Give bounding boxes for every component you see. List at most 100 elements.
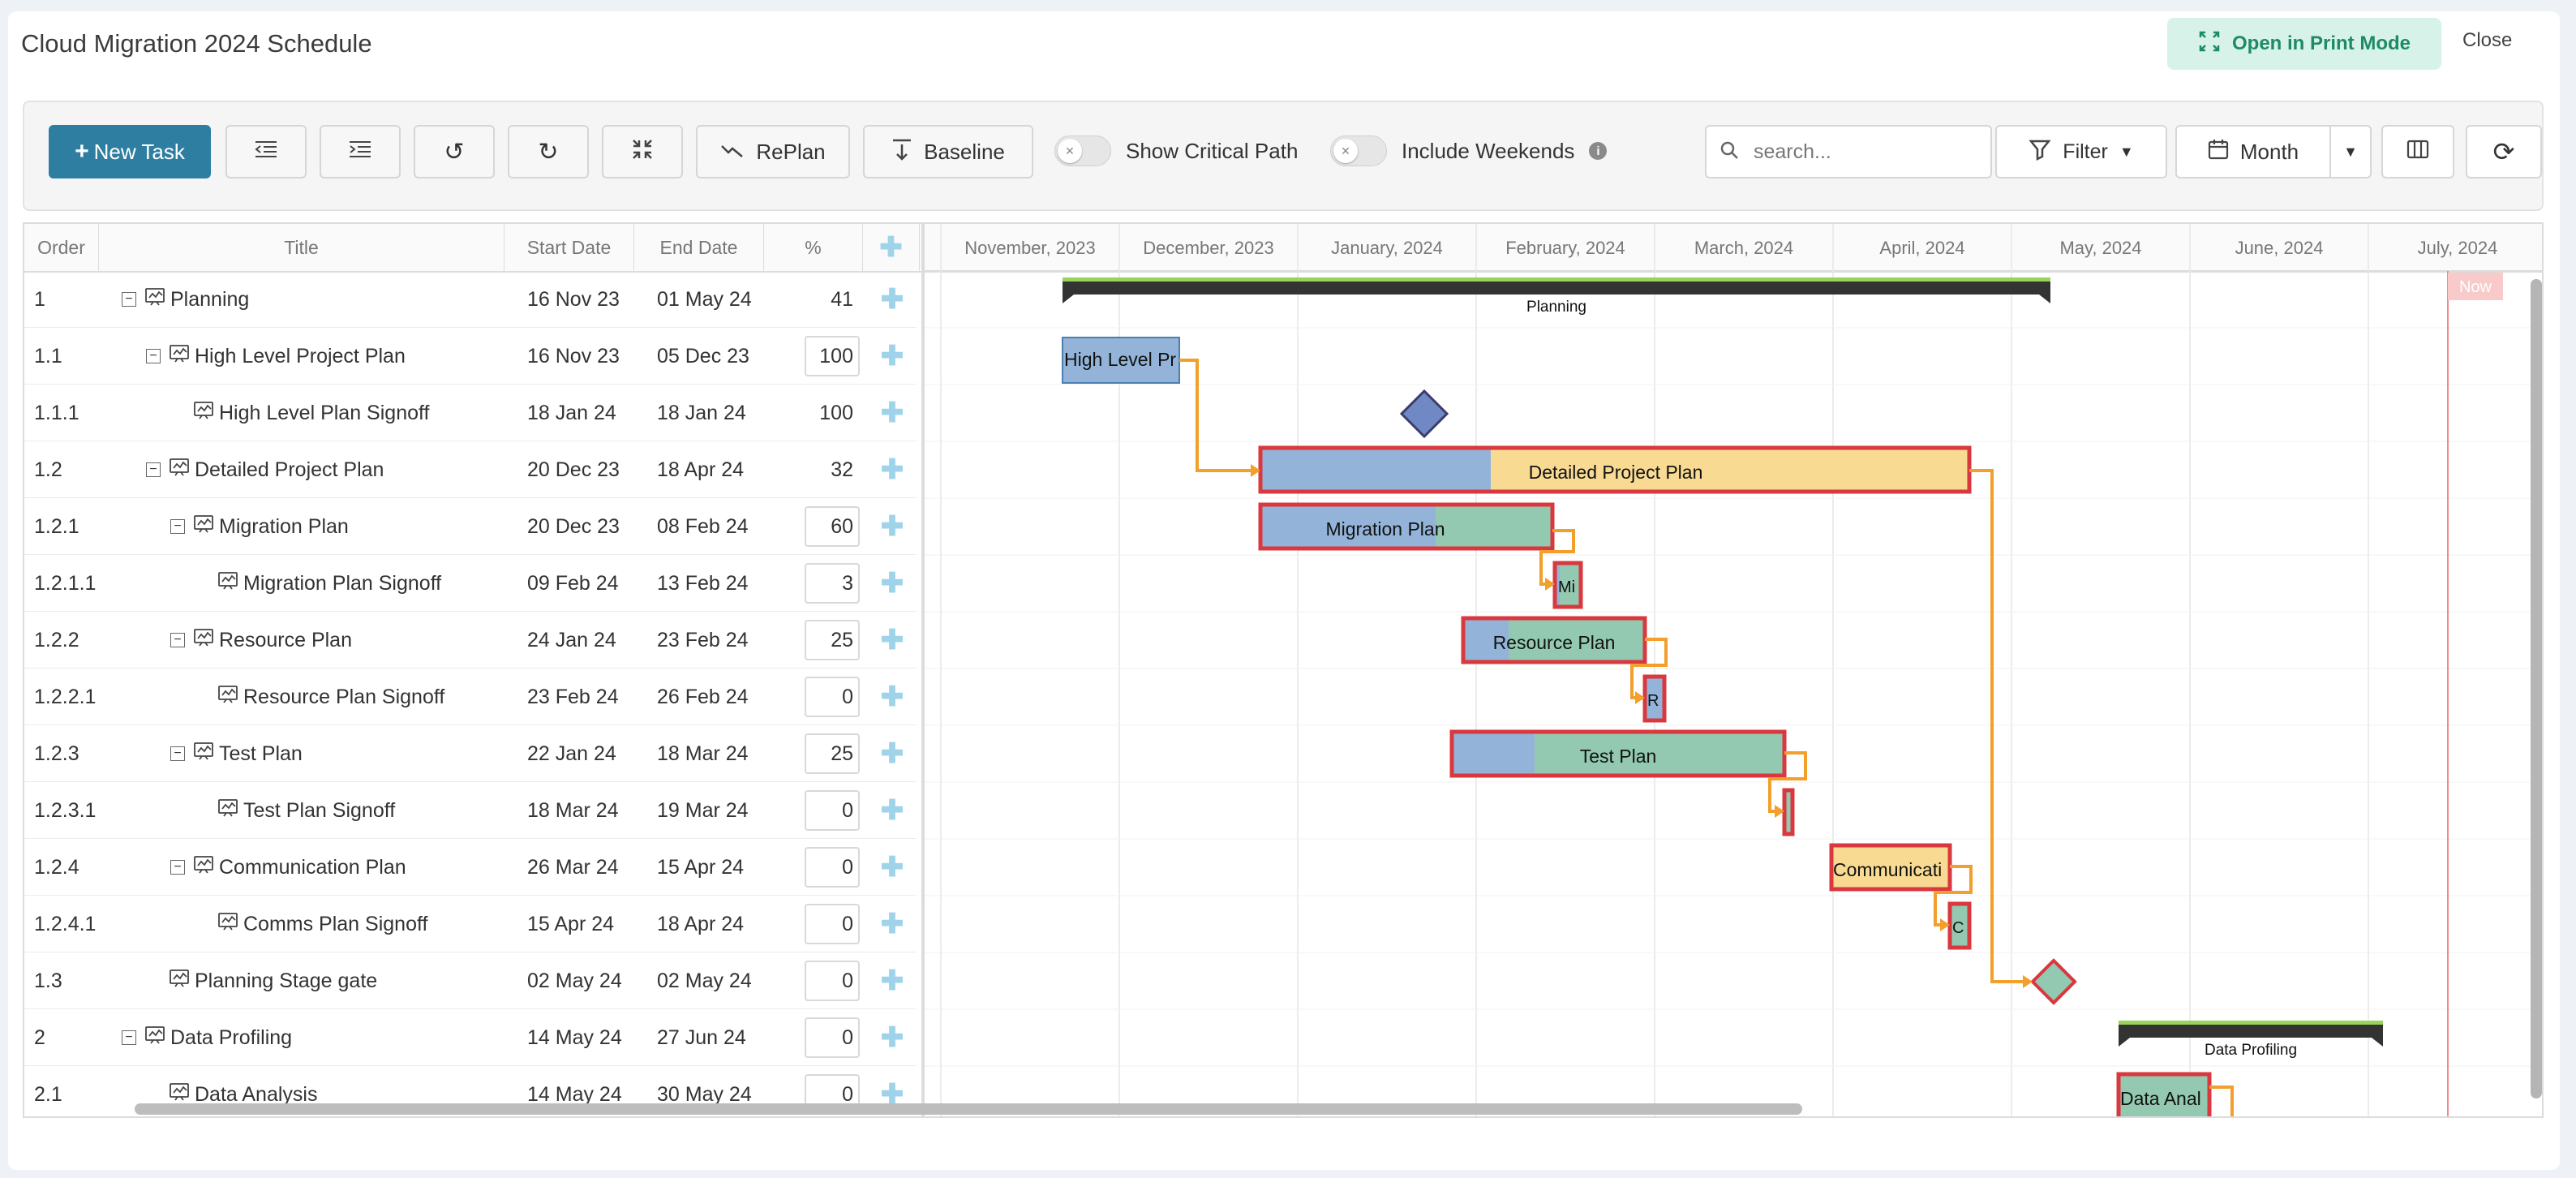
task-title-cell[interactable]: High Level Plan Signoff	[170, 385, 429, 441]
percent-input[interactable]: 0	[805, 904, 860, 944]
task-row[interactable]: 1.1 − High Level Project Plan 16 Nov 23 …	[24, 328, 917, 385]
refresh-button[interactable]: ⟳	[2466, 125, 2542, 178]
task-end-date[interactable]: 18 Mar 24	[657, 725, 762, 782]
percent-input[interactable]: 3	[805, 563, 860, 604]
task-title-cell[interactable]: Comms Plan Signoff	[195, 896, 427, 952]
collapse-icon[interactable]: −	[146, 462, 161, 477]
task-percent-cell[interactable]: 100	[803, 328, 860, 385]
task-end-date[interactable]: 27 Jun 24	[657, 1009, 762, 1066]
task-end-date[interactable]: 18 Apr 24	[657, 441, 762, 498]
task-row[interactable]: 1.2.4.1 Comms Plan Signoff 15 Apr 24 18 …	[24, 896, 917, 952]
task-percent-cell[interactable]: 0	[803, 782, 860, 839]
close-button[interactable]: Close	[2462, 29, 2512, 52]
filter-button[interactable]: Filter ▼	[1995, 125, 2167, 178]
redo-button[interactable]: ↻	[508, 125, 589, 178]
task-title-cell[interactable]: Planning Stage gate	[146, 952, 377, 1009]
include-weekends-toggle[interactable]: ✕ Include Weekends i	[1330, 127, 1608, 175]
indent-button[interactable]	[320, 125, 401, 178]
task-start-date[interactable]: 14 May 24	[527, 1009, 633, 1066]
add-subtask-button[interactable]: ✚	[876, 839, 908, 896]
task-row[interactable]: 1 − Planning 16 Nov 23 01 May 24 41 ✚	[24, 271, 917, 328]
task-start-date[interactable]: 18 Mar 24	[527, 782, 633, 839]
task-row[interactable]: 1.2.2 − Resource Plan 24 Jan 24 23 Feb 2…	[24, 612, 917, 669]
add-subtask-button[interactable]: ✚	[876, 1009, 908, 1066]
collapse-icon[interactable]: −	[170, 860, 185, 875]
collapse-all-button[interactable]	[602, 125, 683, 178]
add-subtask-button[interactable]: ✚	[876, 271, 908, 328]
task-row[interactable]: 1.1.1 High Level Plan Signoff 18 Jan 24 …	[24, 385, 917, 441]
critical-path-toggle[interactable]: ✕ Show Critical Path	[1054, 127, 1298, 175]
open-print-mode-button[interactable]: Open in Print Mode	[2167, 18, 2441, 70]
add-subtask-button[interactable]: ✚	[876, 612, 908, 669]
task-percent-cell[interactable]: 32	[803, 441, 860, 498]
percent-input[interactable]: 0	[805, 847, 860, 888]
percent-input[interactable]: 0	[805, 677, 860, 717]
column-header-percent[interactable]: %	[764, 224, 863, 271]
outdent-button[interactable]	[225, 125, 307, 178]
task-percent-cell[interactable]: 60	[803, 498, 860, 555]
task-start-date[interactable]: 20 Dec 23	[527, 441, 633, 498]
task-row[interactable]: 1.3 Planning Stage gate 02 May 24 02 May…	[24, 952, 917, 1009]
zoom-dropdown-button[interactable]: ▼	[2329, 125, 2372, 178]
task-percent-cell[interactable]: 0	[803, 839, 860, 896]
task-title-cell[interactable]: − Migration Plan	[170, 498, 349, 555]
percent-input[interactable]: 25	[805, 733, 860, 774]
add-column-button[interactable]: ✚	[863, 224, 920, 271]
task-start-date[interactable]: 26 Mar 24	[527, 839, 633, 896]
task-row[interactable]: 1.2.1 − Migration Plan 20 Dec 23 08 Feb …	[24, 498, 917, 555]
task-percent-cell[interactable]: 0	[803, 952, 860, 1009]
collapse-icon[interactable]: −	[122, 292, 136, 307]
task-title-cell[interactable]: − Detailed Project Plan	[146, 441, 384, 498]
task-end-date[interactable]: 08 Feb 24	[657, 498, 762, 555]
task-percent-cell[interactable]: 0	[803, 669, 860, 725]
undo-button[interactable]: ↺	[414, 125, 495, 178]
percent-input[interactable]: 100	[805, 336, 860, 376]
task-title-cell[interactable]: − Test Plan	[170, 725, 303, 782]
columns-button[interactable]	[2381, 125, 2454, 178]
percent-input[interactable]: 0	[805, 790, 860, 831]
include-weekends-switch[interactable]: ✕	[1330, 135, 1387, 166]
task-row[interactable]: 2 − Data Profiling 14 May 24 27 Jun 24 0…	[24, 1009, 917, 1066]
task-title-cell[interactable]: − High Level Project Plan	[146, 328, 406, 385]
add-subtask-button[interactable]: ✚	[876, 669, 908, 725]
task-title-cell[interactable]: − Planning	[122, 271, 249, 328]
collapse-icon[interactable]: −	[170, 633, 185, 647]
collapse-icon[interactable]: −	[170, 746, 185, 761]
search-input[interactable]	[1752, 139, 1966, 165]
add-subtask-button[interactable]: ✚	[876, 441, 908, 498]
percent-input[interactable]: 0	[805, 961, 860, 1001]
add-subtask-button[interactable]: ✚	[876, 385, 908, 441]
task-start-date[interactable]: 20 Dec 23	[527, 498, 633, 555]
task-start-date[interactable]: 16 Nov 23	[527, 271, 633, 328]
new-task-button[interactable]: + New Task	[49, 125, 211, 178]
search-box[interactable]	[1705, 125, 1992, 178]
add-subtask-button[interactable]: ✚	[876, 498, 908, 555]
replan-button[interactable]: RePlan	[696, 125, 850, 178]
task-end-date[interactable]: 01 May 24	[657, 271, 762, 328]
task-title-cell[interactable]: Migration Plan Signoff	[195, 555, 441, 612]
collapse-icon[interactable]: −	[122, 1030, 136, 1045]
task-row[interactable]: 1.2.3.1 Test Plan Signoff 18 Mar 24 19 M…	[24, 782, 917, 839]
task-row[interactable]: 1.2.1.1 Migration Plan Signoff 09 Feb 24…	[24, 555, 917, 612]
add-subtask-button[interactable]: ✚	[876, 555, 908, 612]
task-end-date[interactable]: 19 Mar 24	[657, 782, 762, 839]
task-end-date[interactable]: 26 Feb 24	[657, 669, 762, 725]
task-end-date[interactable]: 02 May 24	[657, 952, 762, 1009]
task-title-cell[interactable]: Resource Plan Signoff	[195, 669, 444, 725]
collapse-icon[interactable]: −	[170, 519, 185, 534]
task-percent-cell[interactable]: 25	[803, 725, 860, 782]
collapse-icon[interactable]: −	[146, 349, 161, 363]
task-row[interactable]: 1.2.2.1 Resource Plan Signoff 23 Feb 24 …	[24, 669, 917, 725]
task-end-date[interactable]: 18 Apr 24	[657, 896, 762, 952]
task-start-date[interactable]: 18 Jan 24	[527, 385, 633, 441]
task-percent-cell[interactable]: 3	[803, 555, 860, 612]
zoom-select[interactable]: Month	[2175, 125, 2331, 178]
task-row[interactable]: 1.2.4 − Communication Plan 26 Mar 24 15 …	[24, 839, 917, 896]
add-subtask-button[interactable]: ✚	[876, 896, 908, 952]
column-header-title[interactable]: Title	[99, 224, 504, 271]
vertical-scrollbar[interactable]	[2531, 279, 2542, 1098]
task-start-date[interactable]: 24 Jan 24	[527, 612, 633, 669]
task-percent-cell[interactable]: 0	[803, 896, 860, 952]
task-title-cell[interactable]: Test Plan Signoff	[195, 782, 395, 839]
task-start-date[interactable]: 09 Feb 24	[527, 555, 633, 612]
